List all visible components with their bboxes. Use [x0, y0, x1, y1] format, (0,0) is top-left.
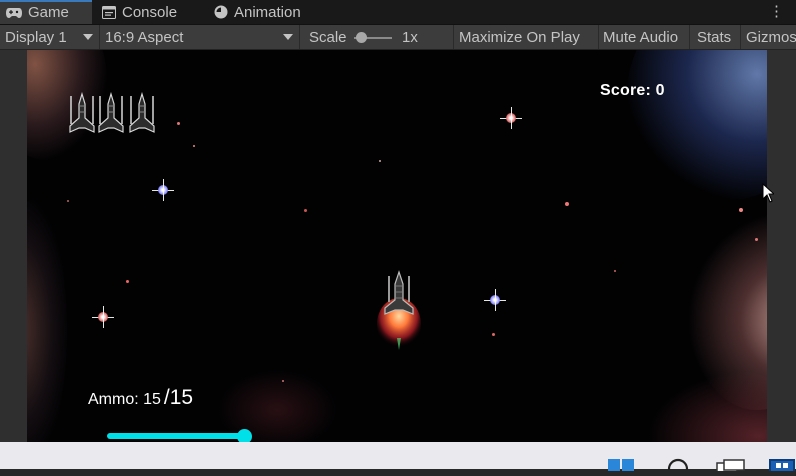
os-taskbar — [0, 442, 796, 476]
nebula-top-right — [627, 50, 767, 200]
life-ship-icon — [95, 91, 127, 134]
sparkle-star — [91, 305, 115, 329]
mute-audio-label: Mute Audio — [603, 28, 679, 46]
ammo-max: /15 — [163, 386, 194, 409]
search-icon[interactable] — [665, 456, 691, 476]
score-label: Score: 0 — [600, 82, 665, 99]
scale-label: Scale — [309, 28, 347, 46]
star — [177, 122, 180, 125]
nebula-left-lower — [27, 200, 67, 442]
game-view-letterbox-left — [0, 50, 27, 442]
star — [614, 270, 616, 272]
maximize-on-play-toggle[interactable]: Maximize On Play — [454, 25, 599, 49]
tab-console-label: Console — [122, 3, 178, 21]
nebula-bottom-right — [647, 370, 767, 442]
gamepad-icon — [6, 7, 22, 18]
task-view-icon[interactable] — [716, 458, 746, 476]
tab-animation[interactable]: Animation — [214, 0, 301, 24]
console-icon — [102, 5, 116, 19]
scale-value: 1x — [402, 28, 418, 46]
stats-label: Stats — [697, 28, 732, 46]
chevron-down-icon — [283, 34, 293, 40]
sparkle-star — [499, 106, 523, 130]
mute-audio-toggle[interactable]: Mute Audio — [599, 25, 690, 49]
star — [282, 380, 284, 382]
life-ship-icon — [126, 91, 158, 134]
tab-game[interactable]: Game — [0, 0, 92, 24]
game-view-letterbox-right — [767, 50, 796, 442]
nebula-bottom-center — [217, 370, 337, 442]
ammo-bar-fill — [107, 433, 245, 439]
player-ship — [375, 268, 423, 354]
star — [739, 208, 743, 212]
scale-slider-handle[interactable] — [356, 32, 367, 43]
star — [565, 202, 569, 206]
star — [304, 209, 307, 212]
tab-animation-label: Animation — [234, 3, 301, 21]
aspect-dropdown-label: 16:9 Aspect — [105, 28, 184, 46]
aspect-dropdown[interactable]: 16:9 Aspect — [100, 25, 300, 49]
star — [193, 145, 195, 147]
life-ship-icon — [66, 91, 98, 134]
ammo-label: Ammo: 15 — [88, 391, 161, 408]
windows-start-icon[interactable] — [608, 457, 636, 476]
display-dropdown[interactable]: Display 1 — [0, 25, 100, 49]
star — [67, 200, 69, 202]
maximize-on-play-label: Maximize On Play — [459, 28, 580, 46]
ammo-bar-handle — [237, 429, 252, 442]
store-icon[interactable] — [768, 457, 796, 476]
sparkle-star — [483, 288, 507, 312]
chevron-down-icon — [83, 34, 93, 40]
tab-console[interactable]: Console — [102, 0, 177, 24]
star — [379, 160, 381, 162]
mouse-pointer-icon — [762, 182, 776, 208]
star — [755, 238, 758, 241]
editor-tab-strip: Game Console Animation ⋮ — [0, 0, 796, 25]
star — [492, 333, 495, 336]
display-dropdown-label: Display 1 — [5, 28, 67, 46]
animation-clock-icon — [214, 5, 228, 19]
game-viewport[interactable]: Score: 0 Ammo: 15 /15 — [27, 50, 767, 442]
sparkle-star — [151, 178, 175, 202]
tab-game-label: Game — [28, 3, 69, 21]
gizmos-toggle[interactable]: Gizmos — [741, 25, 796, 49]
stats-toggle[interactable]: Stats — [690, 25, 741, 49]
gizmos-label: Gizmos — [746, 28, 796, 46]
star — [126, 280, 129, 283]
more-options-icon[interactable]: ⋮ — [769, 2, 784, 20]
game-view-toolbar: Display 1 16:9 Aspect Scale 1x Maximize … — [0, 25, 796, 50]
ammo-counter: Ammo: 15 /15 — [88, 386, 193, 410]
